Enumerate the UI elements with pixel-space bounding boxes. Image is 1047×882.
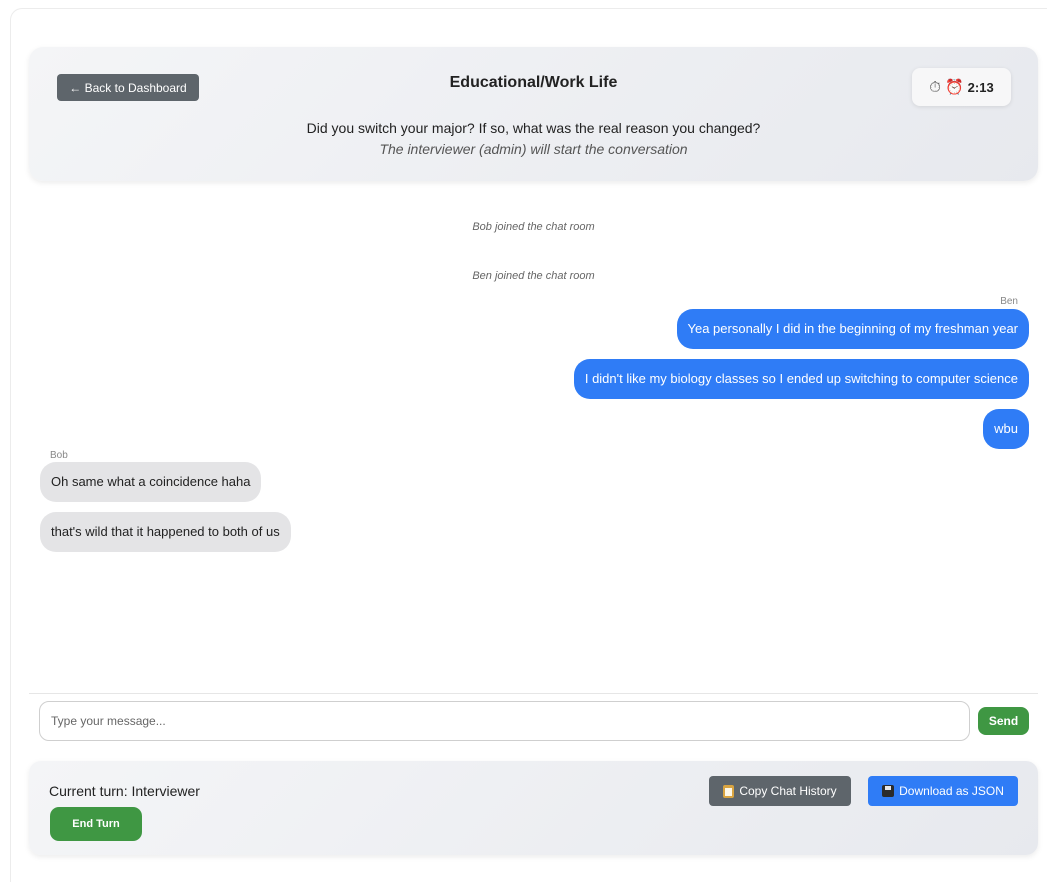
current-turn-label: Current turn: Interviewer — [49, 783, 200, 799]
stopwatch-icon: ⏱ — [929, 78, 941, 96]
clipboard-icon — [723, 784, 735, 798]
turn-footer: Current turn: Interviewer End Turn Copy … — [29, 761, 1038, 855]
download-json-label: Download as JSON — [899, 784, 1004, 798]
sender-name: Bob — [50, 450, 68, 461]
copy-chat-history-label: Copy Chat History — [739, 784, 837, 798]
message-bubble: that's wild that it happened to both of … — [40, 512, 291, 552]
system-message: Bob joined the chat room — [472, 221, 595, 233]
message-bubble: Oh same what a coincidence haha — [40, 462, 262, 502]
message-input[interactable] — [39, 701, 970, 741]
sender-name: Ben — [1000, 296, 1018, 307]
system-message: Ben joined the chat room — [472, 270, 595, 282]
topic-header: ← Back to Dashboard Educational/Work Lif… — [29, 47, 1038, 181]
download-json-button[interactable]: Download as JSON — [868, 776, 1018, 806]
timer-badge: ⏱ ⏰ 2:13 — [912, 68, 1011, 106]
copy-chat-history-button[interactable]: Copy Chat History — [709, 776, 851, 806]
message-bubble: I didn't like my biology classes so I en… — [573, 359, 1029, 399]
send-button[interactable]: Send — [978, 707, 1029, 735]
interviewer-note: The interviewer (admin) will start the c… — [379, 141, 688, 157]
message-bubble: Yea personally I did in the beginning of… — [676, 309, 1029, 349]
topic-question: Did you switch your major? If so, what w… — [306, 120, 761, 136]
topic-title: Educational/Work Life — [449, 74, 618, 91]
floppy-disk-icon — [882, 785, 895, 797]
alarm-clock-icon: ⏰ — [944, 79, 964, 96]
composer-divider — [29, 693, 1038, 694]
message-bubble: wbu — [983, 409, 1029, 449]
end-turn-button[interactable]: End Turn — [50, 807, 142, 841]
timer-value: 2:13 — [967, 79, 994, 95]
